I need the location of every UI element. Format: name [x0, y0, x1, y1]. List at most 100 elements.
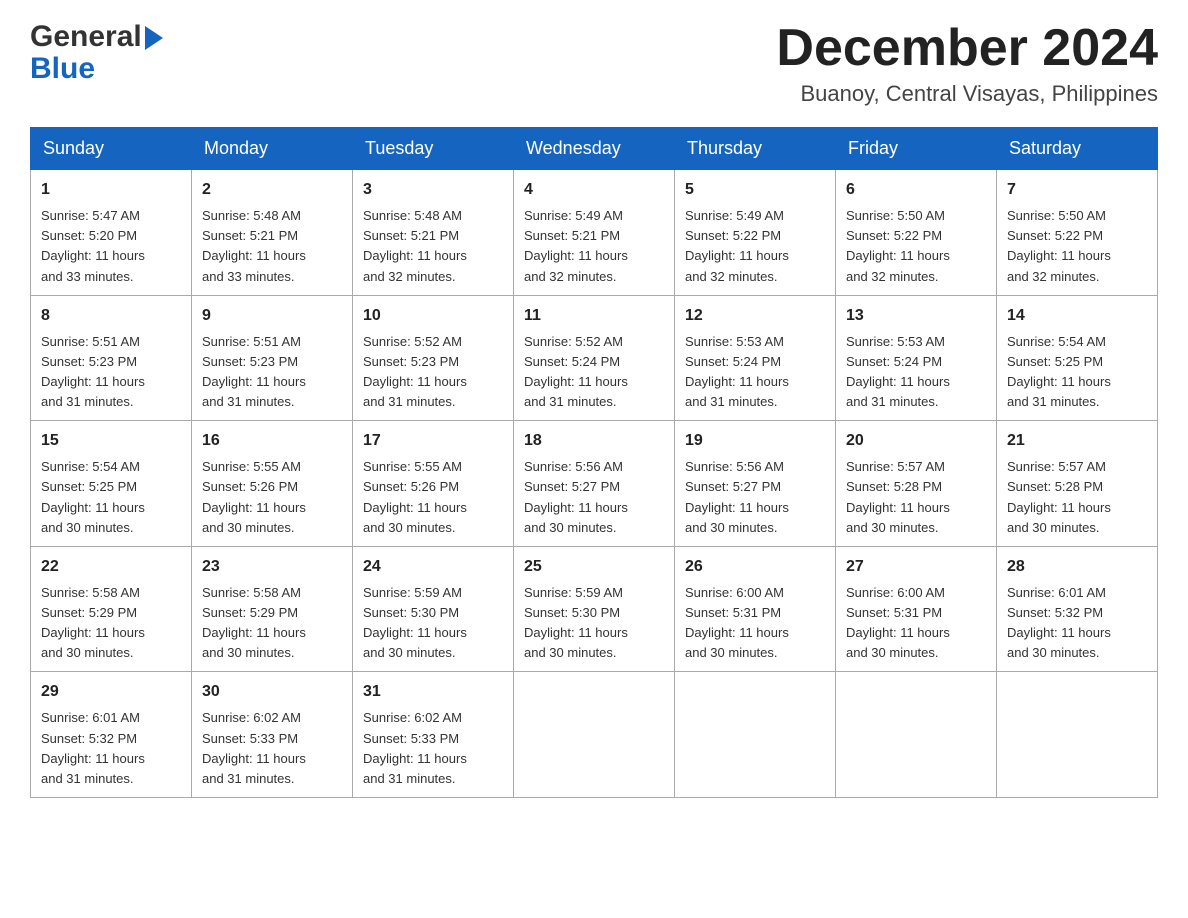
- day-info: Sunrise: 5:57 AMSunset: 5:28 PMDaylight:…: [846, 457, 986, 538]
- day-number: 2: [202, 178, 342, 202]
- calendar-day-3: 3 Sunrise: 5:48 AMSunset: 5:21 PMDaylight…: [353, 170, 514, 296]
- calendar-day-21: 21 Sunrise: 5:57 AMSunset: 5:28 PMDayligh…: [997, 421, 1158, 547]
- day-number: 7: [1007, 178, 1147, 202]
- calendar-day-28: 28Sunrise: 6:01 AMSunset: 5:32 PMDayligh…: [997, 546, 1158, 672]
- page-header: General Blue December 2024 Buanoy, Centr…: [30, 20, 1158, 107]
- day-info: Sunrise: 5:57 AMSunset: 5:28 PMDaylight:…: [1007, 457, 1147, 538]
- weekday-header-wednesday: Wednesday: [514, 128, 675, 170]
- weekday-header-friday: Friday: [836, 128, 997, 170]
- day-number: 30: [202, 680, 342, 704]
- day-number: 8: [41, 304, 181, 328]
- calendar-day-31: 31 Sunrise: 6:02 AMSunset: 5:33 PMDayligh…: [353, 672, 514, 798]
- day-number: 21: [1007, 429, 1147, 453]
- day-number: 13: [846, 304, 986, 328]
- day-number: 29: [41, 680, 181, 704]
- day-info: Sunrise: 5:52 AMSunset: 5:23 PMDaylight:…: [363, 332, 503, 413]
- month-title: December 2024: [776, 20, 1158, 77]
- day-number: 11: [524, 304, 664, 328]
- day-number: 18: [524, 429, 664, 453]
- day-number: 23: [202, 555, 342, 579]
- calendar-week-3: 15 Sunrise: 5:54 AMSunset: 5:25 PMDayligh…: [31, 421, 1158, 547]
- day-info: Sunrise: 5:49 AMSunset: 5:21 PMDaylight:…: [524, 206, 664, 287]
- day-number: 9: [202, 304, 342, 328]
- calendar-day-6: 6 Sunrise: 5:50 AMSunset: 5:22 PMDaylight…: [836, 170, 997, 296]
- calendar-day-25: 25 Sunrise: 5:59 AMSunset: 5:30 PMDayligh…: [514, 546, 675, 672]
- logo-blue-text: Blue: [30, 52, 95, 86]
- calendar-day-20: 20 Sunrise: 5:57 AMSunset: 5:28 PMDayligh…: [836, 421, 997, 547]
- day-number: 22: [41, 555, 181, 579]
- day-info: Sunrise: 5:56 AMSunset: 5:27 PMDaylight:…: [685, 457, 825, 538]
- day-info: Sunrise: 5:59 AMSunset: 5:30 PMDaylight:…: [524, 583, 664, 664]
- location-subtitle: Buanoy, Central Visayas, Philippines: [776, 81, 1158, 107]
- day-number: 3: [363, 178, 503, 202]
- day-info: Sunrise: 5:54 AMSunset: 5:25 PMDaylight:…: [41, 457, 181, 538]
- day-number: 15: [41, 429, 181, 453]
- day-info: Sunrise: 6:02 AMSunset: 5:33 PMDaylight:…: [363, 708, 503, 789]
- weekday-header-saturday: Saturday: [997, 128, 1158, 170]
- weekday-header-monday: Monday: [192, 128, 353, 170]
- day-info: Sunrise: 6:00 AMSunset: 5:31 PMDaylight:…: [846, 583, 986, 664]
- day-info: Sunrise: 5:50 AMSunset: 5:22 PMDaylight:…: [1007, 206, 1147, 287]
- calendar-day-1: 1 Sunrise: 5:47 AMSunset: 5:20 PMDaylight…: [31, 170, 192, 296]
- calendar-day-7: 7 Sunrise: 5:50 AMSunset: 5:22 PMDaylight…: [997, 170, 1158, 296]
- calendar-day-24: 24 Sunrise: 5:59 AMSunset: 5:30 PMDayligh…: [353, 546, 514, 672]
- header-right: December 2024 Buanoy, Central Visayas, P…: [776, 20, 1158, 107]
- day-info: Sunrise: 5:56 AMSunset: 5:27 PMDaylight:…: [524, 457, 664, 538]
- calendar-week-4: 22 Sunrise: 5:58 AMSunset: 5:29 PMDayligh…: [31, 546, 1158, 672]
- day-info: Sunrise: 5:54 AMSunset: 5:25 PMDaylight:…: [1007, 332, 1147, 413]
- day-number: 16: [202, 429, 342, 453]
- calendar-day-15: 15 Sunrise: 5:54 AMSunset: 5:25 PMDayligh…: [31, 421, 192, 547]
- calendar-day-9: 9 Sunrise: 5:51 AMSunset: 5:23 PMDaylight…: [192, 295, 353, 421]
- day-info: Sunrise: 6:00 AMSunset: 5:31 PMDaylight:…: [685, 583, 825, 664]
- day-info: Sunrise: 6:01 AMSunset: 5:32 PMDaylight:…: [41, 708, 181, 789]
- day-info: Sunrise: 5:58 AMSunset: 5:29 PMDaylight:…: [202, 583, 342, 664]
- day-number: 25: [524, 555, 664, 579]
- empty-cell: [836, 672, 997, 798]
- day-info: Sunrise: 5:48 AMSunset: 5:21 PMDaylight:…: [363, 206, 503, 287]
- day-info: Sunrise: 5:58 AMSunset: 5:29 PMDaylight:…: [41, 583, 181, 664]
- calendar-day-22: 22 Sunrise: 5:58 AMSunset: 5:29 PMDayligh…: [31, 546, 192, 672]
- day-info: Sunrise: 5:47 AMSunset: 5:20 PMDaylight:…: [41, 206, 181, 287]
- logo: General Blue: [30, 20, 163, 86]
- day-number: 27: [846, 555, 986, 579]
- empty-cell: [675, 672, 836, 798]
- calendar-day-14: 14 Sunrise: 5:54 AMSunset: 5:25 PMDayligh…: [997, 295, 1158, 421]
- day-number: 24: [363, 555, 503, 579]
- day-number: 19: [685, 429, 825, 453]
- calendar-day-19: 19 Sunrise: 5:56 AMSunset: 5:27 PMDayligh…: [675, 421, 836, 547]
- day-info: Sunrise: 5:53 AMSunset: 5:24 PMDaylight:…: [685, 332, 825, 413]
- calendar-table: SundayMondayTuesdayWednesdayThursdayFrid…: [30, 127, 1158, 798]
- calendar-day-13: 13 Sunrise: 5:53 AMSunset: 5:24 PMDayligh…: [836, 295, 997, 421]
- day-info: Sunrise: 6:02 AMSunset: 5:33 PMDaylight:…: [202, 708, 342, 789]
- day-number: 31: [363, 680, 503, 704]
- calendar-week-1: 1 Sunrise: 5:47 AMSunset: 5:20 PMDaylight…: [31, 170, 1158, 296]
- day-info: Sunrise: 5:55 AMSunset: 5:26 PMDaylight:…: [363, 457, 503, 538]
- calendar-day-17: 17Sunrise: 5:55 AMSunset: 5:26 PMDayligh…: [353, 421, 514, 547]
- day-number: 6: [846, 178, 986, 202]
- day-number: 10: [363, 304, 503, 328]
- calendar-day-30: 30 Sunrise: 6:02 AMSunset: 5:33 PMDayligh…: [192, 672, 353, 798]
- calendar-day-23: 23 Sunrise: 5:58 AMSunset: 5:29 PMDayligh…: [192, 546, 353, 672]
- day-number: 4: [524, 178, 664, 202]
- logo-general-text: General: [30, 20, 142, 54]
- day-info: Sunrise: 5:59 AMSunset: 5:30 PMDaylight:…: [363, 583, 503, 664]
- calendar-day-11: 11Sunrise: 5:52 AMSunset: 5:24 PMDayligh…: [514, 295, 675, 421]
- calendar-day-26: 26Sunrise: 6:00 AMSunset: 5:31 PMDayligh…: [675, 546, 836, 672]
- day-info: Sunrise: 6:01 AMSunset: 5:32 PMDaylight:…: [1007, 583, 1147, 664]
- calendar-day-2: 2 Sunrise: 5:48 AMSunset: 5:21 PMDaylight…: [192, 170, 353, 296]
- day-number: 14: [1007, 304, 1147, 328]
- weekday-header-sunday: Sunday: [31, 128, 192, 170]
- day-info: Sunrise: 5:49 AMSunset: 5:22 PMDaylight:…: [685, 206, 825, 287]
- day-info: Sunrise: 5:51 AMSunset: 5:23 PMDaylight:…: [202, 332, 342, 413]
- calendar-header-row: SundayMondayTuesdayWednesdayThursdayFrid…: [31, 128, 1158, 170]
- calendar-day-12: 12Sunrise: 5:53 AMSunset: 5:24 PMDayligh…: [675, 295, 836, 421]
- day-info: Sunrise: 5:53 AMSunset: 5:24 PMDaylight:…: [846, 332, 986, 413]
- day-info: Sunrise: 5:50 AMSunset: 5:22 PMDaylight:…: [846, 206, 986, 287]
- day-info: Sunrise: 5:48 AMSunset: 5:21 PMDaylight:…: [202, 206, 342, 287]
- day-number: 1: [41, 178, 181, 202]
- day-info: Sunrise: 5:55 AMSunset: 5:26 PMDaylight:…: [202, 457, 342, 538]
- day-number: 20: [846, 429, 986, 453]
- weekday-header-tuesday: Tuesday: [353, 128, 514, 170]
- calendar-week-2: 8 Sunrise: 5:51 AMSunset: 5:23 PMDaylight…: [31, 295, 1158, 421]
- calendar-day-5: 5Sunrise: 5:49 AMSunset: 5:22 PMDaylight…: [675, 170, 836, 296]
